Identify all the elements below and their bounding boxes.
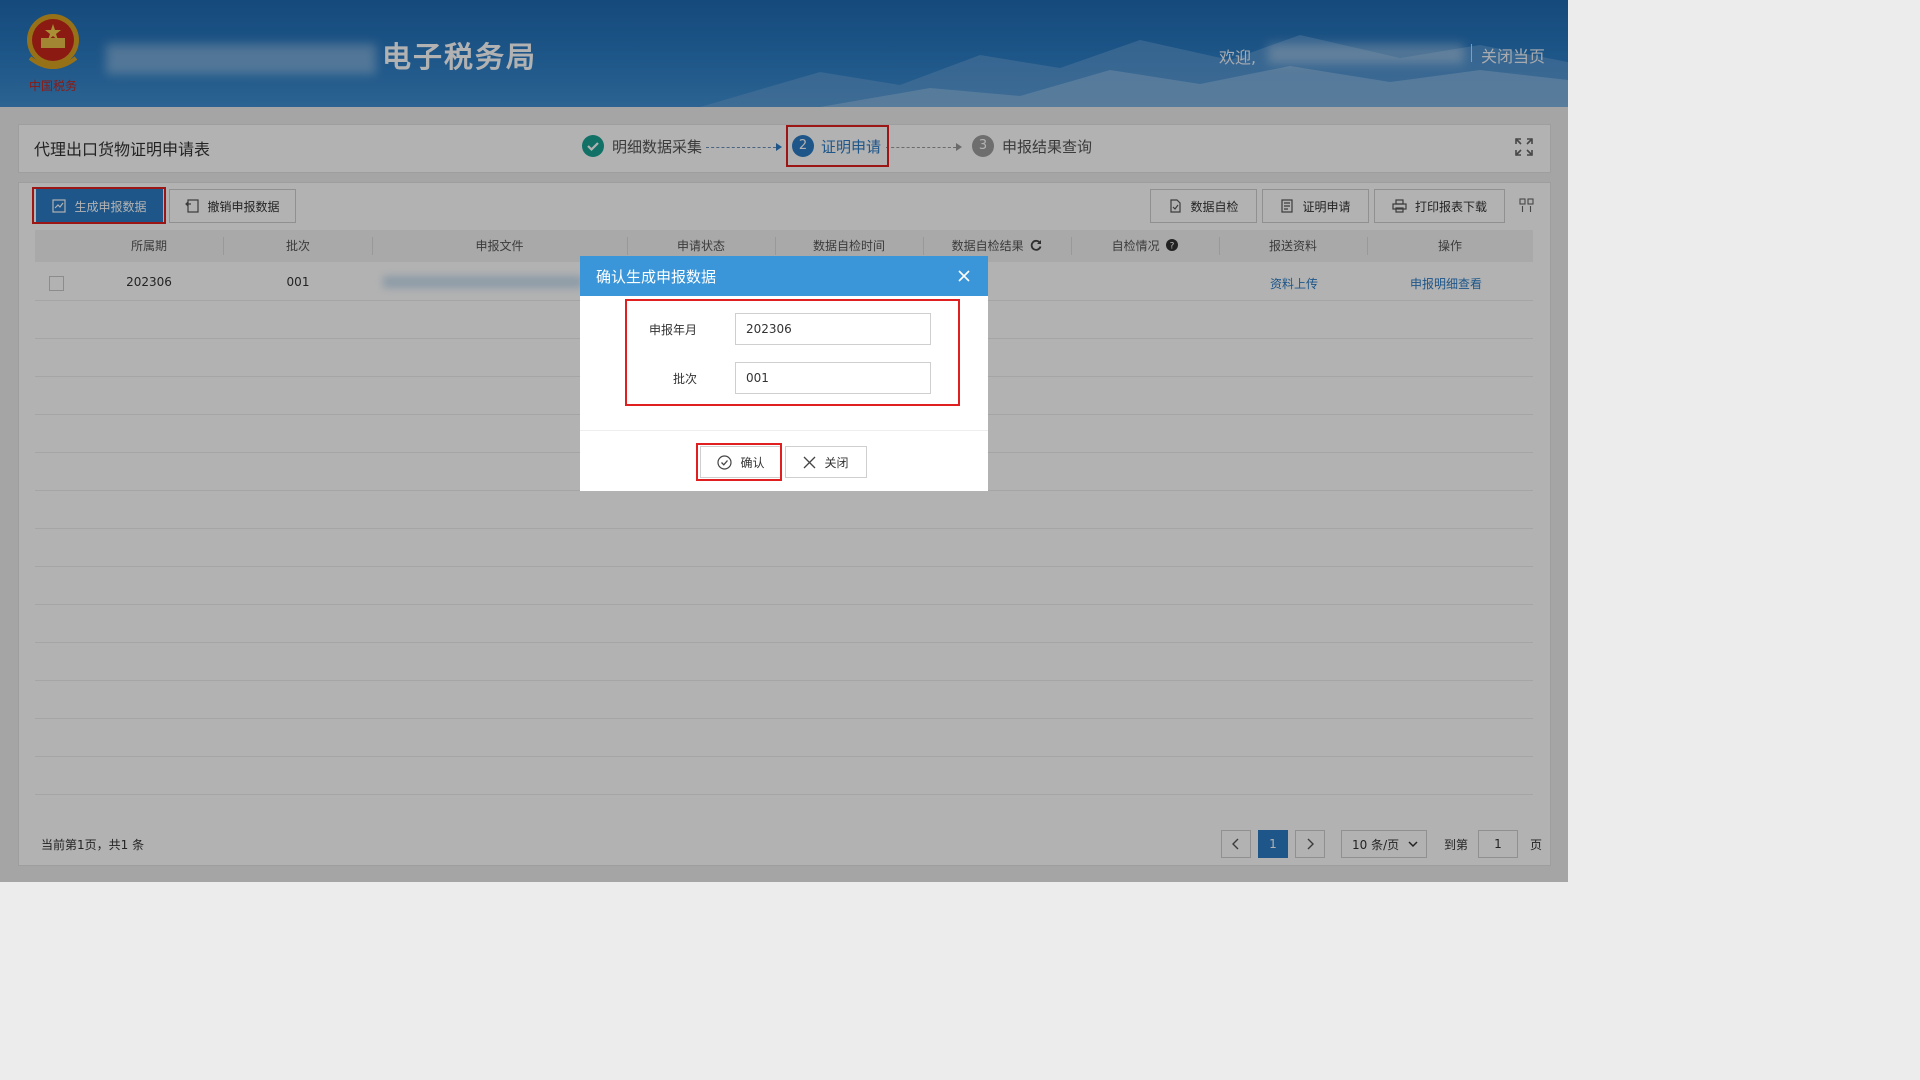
dialog-divider — [580, 430, 988, 431]
confirm-button[interactable]: 确认 — [700, 446, 782, 478]
close-label: 关闭 — [824, 455, 849, 470]
dialog-title: 确认生成申报数据 — [596, 268, 717, 286]
year-month-input[interactable] — [735, 313, 931, 345]
batch-label: 批次 — [672, 372, 697, 386]
close-icon[interactable] — [956, 268, 972, 284]
close-button[interactable]: 关闭 — [785, 446, 867, 478]
x-icon — [804, 456, 816, 468]
dialog-header: 确认生成申报数据 — [580, 256, 988, 296]
check-circle-icon — [717, 454, 733, 470]
confirm-generate-dialog: 确认生成申报数据 申报年月 批次 确认 关闭 — [580, 256, 988, 491]
batch-input[interactable] — [735, 362, 931, 394]
confirm-label: 确认 — [740, 455, 765, 470]
year-month-label: 申报年月 — [648, 323, 697, 337]
